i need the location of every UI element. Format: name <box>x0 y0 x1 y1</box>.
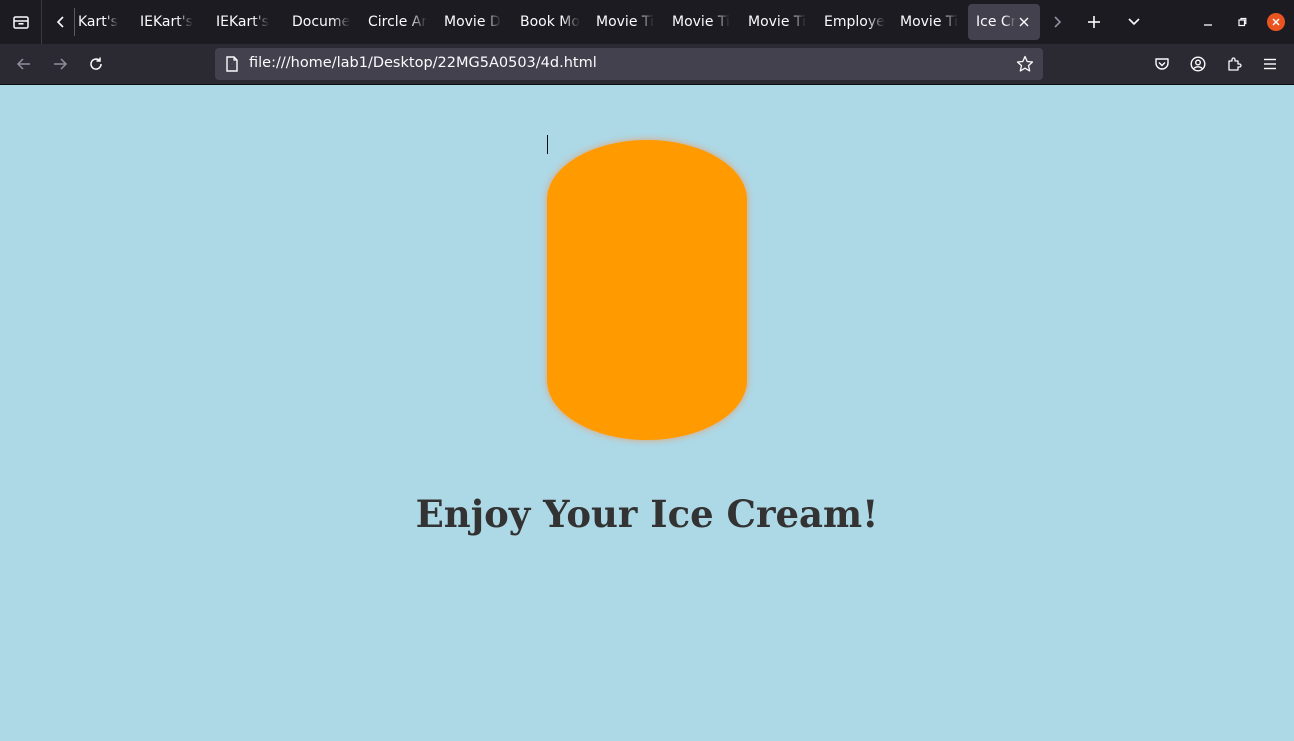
tab-close-button[interactable] <box>1015 13 1033 31</box>
tab-label: Movie Ti <box>900 14 958 30</box>
app-menu-button[interactable] <box>1256 50 1284 78</box>
tab-label: Movie D <box>444 14 501 30</box>
window-close-button[interactable] <box>1262 8 1290 36</box>
reload-icon <box>90 57 102 70</box>
pocket-button[interactable] <box>1148 50 1176 78</box>
close-icon <box>1019 17 1029 27</box>
plus-icon <box>1088 16 1100 28</box>
tab-iekarts-1[interactable]: IEKart's <box>132 4 202 40</box>
tab-label: Employe <box>824 14 885 30</box>
page-heading: Enjoy Your Ice Cream! <box>415 492 879 536</box>
tab-label: Movie Ti <box>748 14 806 30</box>
puzzle-icon <box>1228 57 1242 71</box>
firefox-view-icon <box>12 16 29 29</box>
tab-karts[interactable]: Kart's <box>70 4 140 40</box>
tab-label: IEKart's <box>140 14 193 30</box>
tab-movie-d[interactable]: Movie D <box>436 4 506 40</box>
tab-book-mo[interactable]: Book Mo <box>512 4 582 40</box>
tab-bar: Kart's IEKart's IEKart's Docume Circle A… <box>0 0 1294 44</box>
tab-document[interactable]: Docume <box>284 4 354 40</box>
tab-label: Circle Ar <box>368 14 428 30</box>
navigation-toolbar: file:///home/lab1/Desktop/22MG5A0503/4d.… <box>0 44 1294 85</box>
account-button[interactable] <box>1184 50 1212 78</box>
document-icon <box>226 56 238 72</box>
ice-cream-scoop <box>547 140 747 440</box>
tab-label: Docume <box>292 14 351 30</box>
page-content: Enjoy Your Ice Cream! <box>0 85 1294 741</box>
account-icon <box>1190 56 1206 72</box>
window-close-circle <box>1267 13 1285 31</box>
tab-movie-ti-2[interactable]: Movie Ti <box>664 4 734 40</box>
tab-label: IEKart's <box>216 14 269 30</box>
chevron-down-icon <box>1128 18 1140 26</box>
restore-icon <box>1238 17 1247 27</box>
window-restore-button[interactable] <box>1228 8 1256 36</box>
tab-label: Kart's <box>78 14 118 30</box>
reload-button[interactable] <box>82 50 110 78</box>
text-caret <box>547 135 548 154</box>
tab-employee[interactable]: Employe <box>816 4 886 40</box>
forward-button[interactable] <box>46 50 74 78</box>
close-icon <box>1272 18 1280 26</box>
bookmark-star-button[interactable] <box>1013 52 1037 76</box>
tab-iekarts-2[interactable]: IEKart's <box>208 4 278 40</box>
tab-scroll-right-button[interactable] <box>1043 8 1071 36</box>
hamburger-menu-icon <box>1264 58 1276 70</box>
url-text[interactable]: file:///home/lab1/Desktop/22MG5A0503/4d.… <box>249 55 597 71</box>
tab-label: Book Mo <box>520 14 580 30</box>
firefox-view-button[interactable] <box>0 0 42 44</box>
window-minimize-button[interactable] <box>1194 8 1222 36</box>
tab-ice-cream-active[interactable]: Ice Cr <box>968 4 1040 40</box>
arrow-left-icon <box>16 58 30 70</box>
chevron-right-icon <box>1054 16 1062 28</box>
tab-movie-ti-3[interactable]: Movie Ti <box>740 4 810 40</box>
back-button[interactable] <box>10 50 38 78</box>
tab-movie-ti-1[interactable]: Movie Ti <box>588 4 658 40</box>
tab-movie-ti-4[interactable]: Movie Ti <box>892 4 962 40</box>
browser-chrome: Kart's IEKart's IEKart's Docume Circle A… <box>0 0 1294 85</box>
list-all-tabs-button[interactable] <box>1120 8 1148 36</box>
page-icon <box>223 55 241 73</box>
tab-label: Movie Ti <box>596 14 654 30</box>
new-tab-button[interactable] <box>1080 8 1108 36</box>
tab-circle-area[interactable]: Circle Ar <box>360 4 430 40</box>
pocket-icon <box>1155 58 1169 70</box>
tab-label: Ice Cr <box>976 14 1016 30</box>
extensions-button[interactable] <box>1220 50 1248 78</box>
minimize-icon <box>1204 24 1212 26</box>
tab-label: Movie Ti <box>672 14 730 30</box>
chevron-left-icon <box>56 16 64 28</box>
address-bar[interactable]: file:///home/lab1/Desktop/22MG5A0503/4d.… <box>215 48 1043 80</box>
arrow-right-icon <box>54 58 68 70</box>
star-icon <box>1016 55 1034 72</box>
